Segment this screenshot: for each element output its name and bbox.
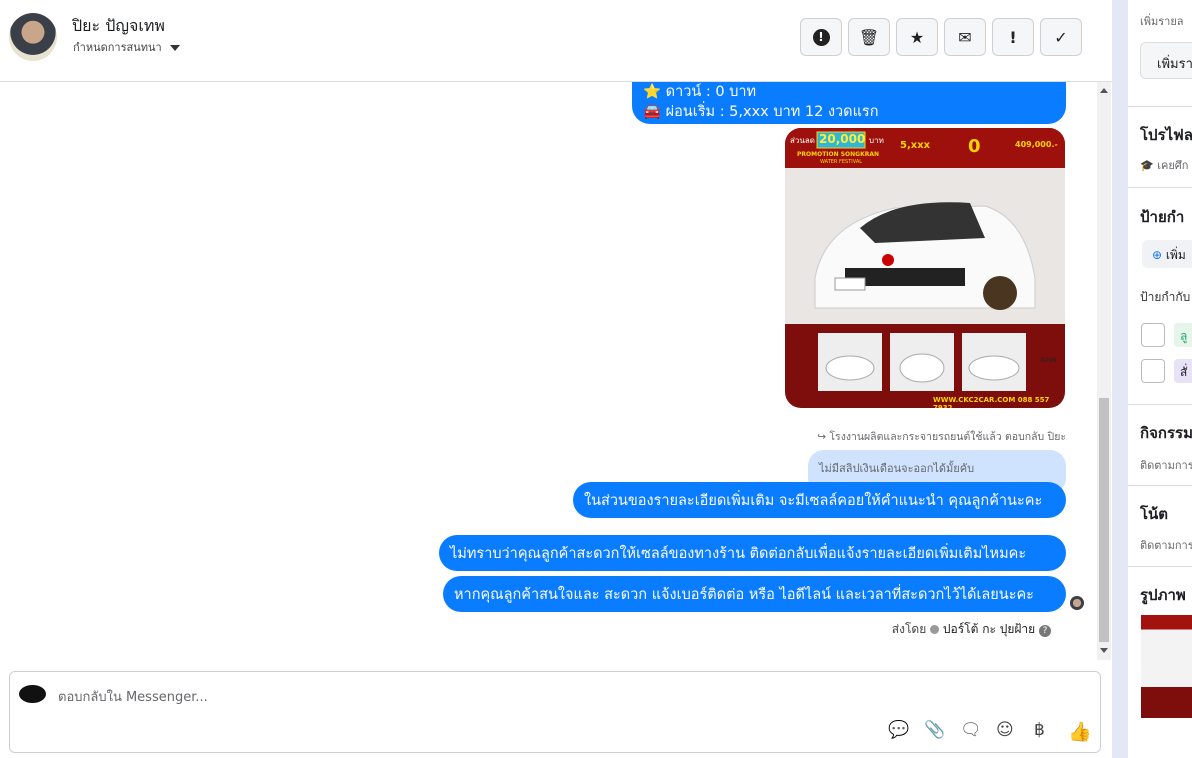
image-text: 409,000.- bbox=[1015, 140, 1058, 149]
image-text: 0 bbox=[968, 136, 981, 157]
activity-text: ติดตามการ bbox=[1140, 459, 1192, 472]
sent-by-label: ส่งโดย bbox=[891, 622, 927, 636]
add-detail-label: เพิ่มรายล bbox=[1140, 15, 1184, 28]
star-icon: ★ bbox=[909, 27, 925, 47]
label-checkbox[interactable] bbox=[1141, 323, 1165, 347]
profile-heading: โปรไฟล bbox=[1140, 126, 1192, 144]
scroll-down-arrow-icon[interactable] bbox=[1100, 648, 1108, 653]
mark-unread-button[interactable]: ✉ bbox=[944, 18, 986, 56]
divider bbox=[1128, 485, 1192, 486]
avatar[interactable] bbox=[9, 13, 57, 61]
scrollbar-thumb[interactable] bbox=[1099, 398, 1109, 642]
check-icon: ✓ bbox=[1054, 27, 1068, 47]
star-button[interactable]: ★ bbox=[896, 18, 938, 56]
photo-thumbnail[interactable] bbox=[1141, 615, 1192, 718]
mark-done-button[interactable]: ✓ bbox=[1040, 18, 1082, 56]
add-detail-button[interactable]: เพิ่มรา bbox=[1140, 42, 1192, 79]
trash-icon: 🗑 bbox=[858, 27, 880, 47]
baht-icon[interactable]: ฿ bbox=[1034, 720, 1045, 740]
reply-context-label: ↪ โรงงานผลิตและกระจายรถยนต์ใช้แล้ว ตอบกล… bbox=[817, 431, 1066, 443]
image-text: บาท bbox=[869, 136, 884, 145]
image-text: ส่วนลด bbox=[790, 136, 815, 145]
image-text: PROMOTION SONGKRAN bbox=[797, 151, 880, 158]
chat-icon[interactable]: 🗨 bbox=[960, 720, 982, 740]
message-bubble: ⭐ ดาวน์ : 0 บาท 🚘 ผ่อนเริ่ม : 5,xxx บาท … bbox=[632, 82, 1066, 124]
contact-details-panel: เพิ่มรายล เพิ่มรา โปรไฟล 🎓 เคยศึก ป้ายกำ… bbox=[1128, 0, 1192, 758]
education-text: เคยศึก bbox=[1157, 159, 1189, 172]
plus-circle-icon: ⊕ bbox=[1152, 248, 1163, 262]
message-bubble: ในส่วนของรายละเอียดเพิ่มเติม จะมีเซลล์คอ… bbox=[573, 482, 1066, 518]
message-bubble: หากคุณลูกค้าสนใจและ สะดวก แจ้งเบอร์ติดต่… bbox=[443, 576, 1066, 612]
sent-by-info: ส่งโดย ปอร์โต้ กะ ปุยฝ้าย ? bbox=[892, 620, 1051, 639]
notes-text: ติดตามการ bbox=[1140, 539, 1192, 552]
follow-up-button[interactable]: ! bbox=[992, 18, 1034, 56]
seen-avatar bbox=[1070, 596, 1084, 610]
image-text: WATER FESTIVAL bbox=[820, 159, 863, 165]
labels-heading: ป้ายกำ bbox=[1140, 208, 1185, 226]
panel-divider bbox=[1112, 0, 1128, 758]
verified-icon bbox=[930, 625, 940, 634]
divider bbox=[1128, 106, 1192, 107]
mark-spam-button[interactable]: ! bbox=[800, 18, 842, 56]
education-row: 🎓 เคยศึก bbox=[1140, 159, 1189, 172]
add-label-button[interactable]: ⊕ เพิ่ม bbox=[1142, 240, 1192, 268]
message-bubble: ไม่ทราบว่าคุณลูกค้าสะดวกให้เซลล์ของทางร้… bbox=[439, 535, 1066, 571]
help-icon[interactable]: ? bbox=[1039, 625, 1051, 637]
label-tag[interactable]: ลู bbox=[1174, 323, 1192, 347]
conversation-panel: ปิยะ ปัญจเทพ กำหนดการสนทนา ! 🗑 ★ ✉ ! ✓ ⭐… bbox=[0, 0, 1112, 758]
image-text: WWW.CKC2CAR.COM 088 557 7932 bbox=[933, 396, 1050, 408]
exclamation-icon: ! bbox=[1009, 27, 1017, 47]
like-icon[interactable]: 👍 bbox=[1068, 720, 1092, 743]
add-label-text: เพิ่ม bbox=[1165, 248, 1186, 262]
image-text: 20,000 bbox=[819, 132, 866, 146]
page-avatar bbox=[19, 685, 46, 703]
conversation-settings-dropdown[interactable]: กำหนดการสนทนา bbox=[73, 38, 180, 56]
contact-name: ปิยะ ปัญจเทพ bbox=[72, 16, 165, 35]
mail-icon: ✉ bbox=[958, 27, 972, 47]
label-checkbox[interactable] bbox=[1141, 359, 1165, 383]
conversation-header: ปิยะ ปัญจเทพ กำหนดการสนทนา ! 🗑 ★ ✉ ! ✓ bbox=[0, 0, 1112, 82]
divider bbox=[1128, 187, 1192, 188]
saved-reply-icon[interactable]: 💬 bbox=[888, 720, 909, 740]
message-line: ⭐ ดาวน์ : 0 บาท bbox=[643, 84, 757, 100]
caret-down-icon bbox=[169, 45, 180, 51]
reply-input[interactable]: ตอบกลับใน Messenger... bbox=[58, 686, 208, 707]
car-illustration bbox=[785, 128, 1065, 391]
image-text: 5,xxx bbox=[900, 140, 931, 151]
photos-heading: รูปภาพ bbox=[1140, 586, 1186, 604]
labels-subheading: ป้ายกำกับ bbox=[1140, 290, 1191, 304]
label-tag[interactable]: สั่ bbox=[1174, 359, 1192, 383]
reply-label-text: โรงงานผลิตและกระจายรถยนต์ใช้แล้ว ตอบกลับ… bbox=[829, 431, 1066, 443]
activity-heading: กิจกรรม bbox=[1140, 424, 1192, 442]
delete-button[interactable]: 🗑 bbox=[848, 18, 890, 56]
conversation-settings-label: กำหนดการสนทนา bbox=[73, 41, 162, 54]
emoji-icon[interactable]: ☺ bbox=[996, 720, 1014, 740]
image-text: K098 bbox=[1041, 357, 1057, 364]
divider bbox=[1128, 404, 1192, 405]
car-promo-image[interactable]: ส่วนลด 20,000 บาท PROMOTION SONGKRAN WAT… bbox=[785, 128, 1065, 408]
scroll-up-arrow-icon[interactable] bbox=[1100, 88, 1108, 93]
message-list: ⭐ ดาวน์ : 0 บาท 🚘 ผ่อนเริ่ม : 5,xxx บาท … bbox=[0, 82, 1097, 660]
sender-name[interactable]: ปอร์โต้ กะ ปุยฝ้าย bbox=[943, 622, 1035, 636]
notes-heading: โน้ต bbox=[1140, 505, 1169, 523]
attachment-icon[interactable]: 📎 bbox=[924, 720, 945, 740]
alert-circle-icon: ! bbox=[812, 28, 830, 46]
scrollbar[interactable] bbox=[1097, 82, 1111, 660]
message-line: 🚘 ผ่อนเริ่ม : 5,xxx บาท 12 งวดแรก bbox=[643, 104, 879, 120]
reply-composer[interactable]: ตอบกลับใน Messenger... 💬 📎 🗨 ☺ ฿ 👍 bbox=[9, 671, 1101, 753]
divider bbox=[1128, 566, 1192, 567]
